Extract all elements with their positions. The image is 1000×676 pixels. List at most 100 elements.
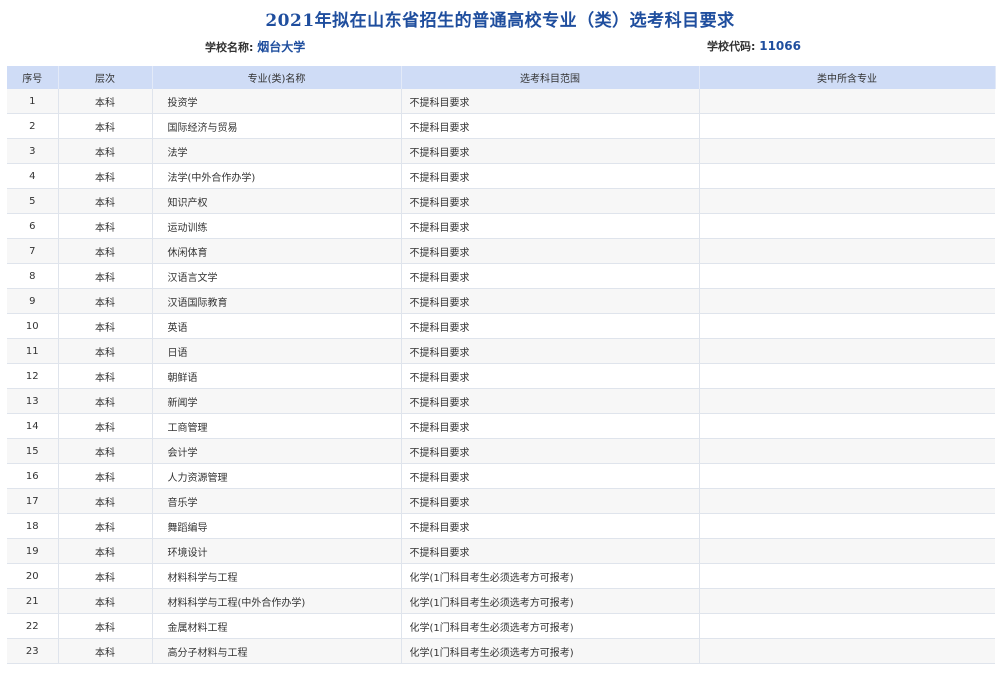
row-major-name: 运动训练: [152, 213, 402, 239]
row-major-name: 材料科学与工程(中外合作办学): [152, 588, 402, 614]
table-row: 11 本科 日语 不提科目要求: [7, 338, 995, 364]
row-major-name: 休闲体育: [152, 238, 402, 264]
row-major-name: 高分子材料与工程: [152, 638, 402, 664]
row-index: 4: [7, 163, 59, 189]
row-level: 本科: [58, 588, 153, 614]
row-major-name: 材料科学与工程: [152, 563, 402, 589]
table-row: 7 本科 休闲体育 不提科目要求: [7, 238, 995, 264]
row-major-name: 人力资源管理: [152, 463, 402, 489]
table-row: 9 本科 汉语国际教育 不提科目要求: [7, 288, 995, 314]
row-major-name: 汉语言文学: [152, 263, 402, 289]
row-requirement: 不提科目要求: [401, 488, 700, 514]
row-index: 15: [7, 438, 59, 464]
row-major-name: 新闻学: [152, 388, 402, 414]
column-header-sub-majors: 类中所含专业: [699, 66, 996, 89]
school-code-value: 11066: [759, 39, 801, 53]
row-requirement: 不提科目要求: [401, 138, 700, 164]
table-row: 3 本科 法学 不提科目要求: [7, 138, 995, 164]
row-level: 本科: [58, 288, 153, 314]
table-row: 17 本科 音乐学 不提科目要求: [7, 488, 995, 514]
row-major-name: 朝鲜语: [152, 363, 402, 389]
row-level: 本科: [58, 113, 153, 139]
row-level: 本科: [58, 438, 153, 464]
row-index: 3: [7, 138, 59, 164]
row-level: 本科: [58, 138, 153, 164]
row-sub-majors: [699, 438, 995, 464]
table-row: 10 本科 英语 不提科目要求: [7, 313, 995, 339]
table-row: 22 本科 金属材料工程 化学(1门科目考生必须选考方可报考): [7, 613, 995, 639]
row-requirement: 不提科目要求: [401, 188, 700, 214]
table-row: 1 本科 投资学 不提科目要求: [7, 89, 995, 114]
row-level: 本科: [58, 263, 153, 289]
row-index: 17: [7, 488, 59, 514]
row-level: 本科: [58, 213, 153, 239]
table-row: 14 本科 工商管理 不提科目要求: [7, 413, 995, 439]
row-requirement: 不提科目要求: [401, 513, 700, 539]
table-row: 18 本科 舞蹈编导 不提科目要求: [7, 513, 995, 539]
table-row: 20 本科 材料科学与工程 化学(1门科目考生必须选考方可报考): [7, 563, 995, 589]
table-row: 8 本科 汉语言文学 不提科目要求: [7, 263, 995, 289]
row-sub-majors: [699, 513, 995, 539]
row-requirement: 不提科目要求: [401, 538, 700, 564]
column-header-requirement: 选考科目范围: [401, 66, 700, 89]
row-sub-majors: [699, 238, 995, 264]
row-requirement: 不提科目要求: [401, 338, 700, 364]
row-requirement: 不提科目要求: [401, 463, 700, 489]
row-requirement: 化学(1门科目考生必须选考方可报考): [401, 588, 700, 614]
row-major-name: 知识产权: [152, 188, 402, 214]
row-index: 22: [7, 613, 59, 639]
row-index: 11: [7, 338, 59, 364]
row-requirement: 不提科目要求: [401, 213, 700, 239]
row-requirement: 不提科目要求: [401, 288, 700, 314]
row-sub-majors: [699, 638, 995, 664]
row-major-name: 法学(中外合作办学): [152, 163, 402, 189]
row-requirement: 不提科目要求: [401, 263, 700, 289]
row-major-name: 金属材料工程: [152, 613, 402, 639]
row-level: 本科: [58, 638, 153, 664]
row-requirement: 不提科目要求: [401, 388, 700, 414]
row-sub-majors: [699, 313, 995, 339]
row-major-name: 工商管理: [152, 413, 402, 439]
table-row: 4 本科 法学(中外合作办学) 不提科目要求: [7, 163, 995, 189]
row-level: 本科: [58, 163, 153, 189]
table-body: 1 本科 投资学 不提科目要求 2 本科 国际经济与贸易 不提科目要求 3 本科 法学 不提科目要求 4…: [7, 89, 995, 664]
row-index: 13: [7, 388, 59, 414]
row-level: 本科: [58, 338, 153, 364]
row-index: 8: [7, 263, 59, 289]
row-level: 本科: [58, 513, 153, 539]
row-requirement: 化学(1门科目考生必须选考方可报考): [401, 638, 700, 664]
row-sub-majors: [699, 89, 995, 114]
table-row: 2 本科 国际经济与贸易 不提科目要求: [7, 113, 995, 139]
row-sub-majors: [699, 488, 995, 514]
table-row: 16 本科 人力资源管理 不提科目要求: [7, 463, 995, 489]
row-index: 6: [7, 213, 59, 239]
row-index: 21: [7, 588, 59, 614]
row-index: 2: [7, 113, 59, 139]
row-requirement: 化学(1门科目考生必须选考方可报考): [401, 613, 700, 639]
row-sub-majors: [699, 213, 995, 239]
row-major-name: 法学: [152, 138, 402, 164]
row-requirement: 化学(1门科目考生必须选考方可报考): [401, 563, 700, 589]
row-level: 本科: [58, 563, 153, 589]
row-index: 14: [7, 413, 59, 439]
row-level: 本科: [58, 188, 153, 214]
row-sub-majors: [699, 563, 995, 589]
row-level: 本科: [58, 363, 153, 389]
row-index: 18: [7, 513, 59, 539]
row-index: 23: [7, 638, 59, 664]
row-requirement: 不提科目要求: [401, 438, 700, 464]
row-requirement: 不提科目要求: [401, 113, 700, 139]
row-sub-majors: [699, 338, 995, 364]
row-index: 16: [7, 463, 59, 489]
row-sub-majors: [699, 288, 995, 314]
row-requirement: 不提科目要求: [401, 163, 700, 189]
table-row: 13 本科 新闻学 不提科目要求: [7, 388, 995, 414]
column-header-index: 序号: [7, 66, 59, 89]
school-code-label: 学校代码:: [707, 40, 760, 53]
page-title: 2021年拟在山东省招生的普通高校专业（类）选考科目要求: [265, 11, 735, 31]
row-level: 本科: [58, 488, 153, 514]
row-major-name: 投资学: [152, 89, 402, 114]
table-header-row: 序号 层次 专业(类)名称 选考科目范围 类中所含专业: [7, 66, 996, 89]
school-name-label: 学校名称:: [205, 41, 258, 54]
row-level: 本科: [58, 413, 153, 439]
